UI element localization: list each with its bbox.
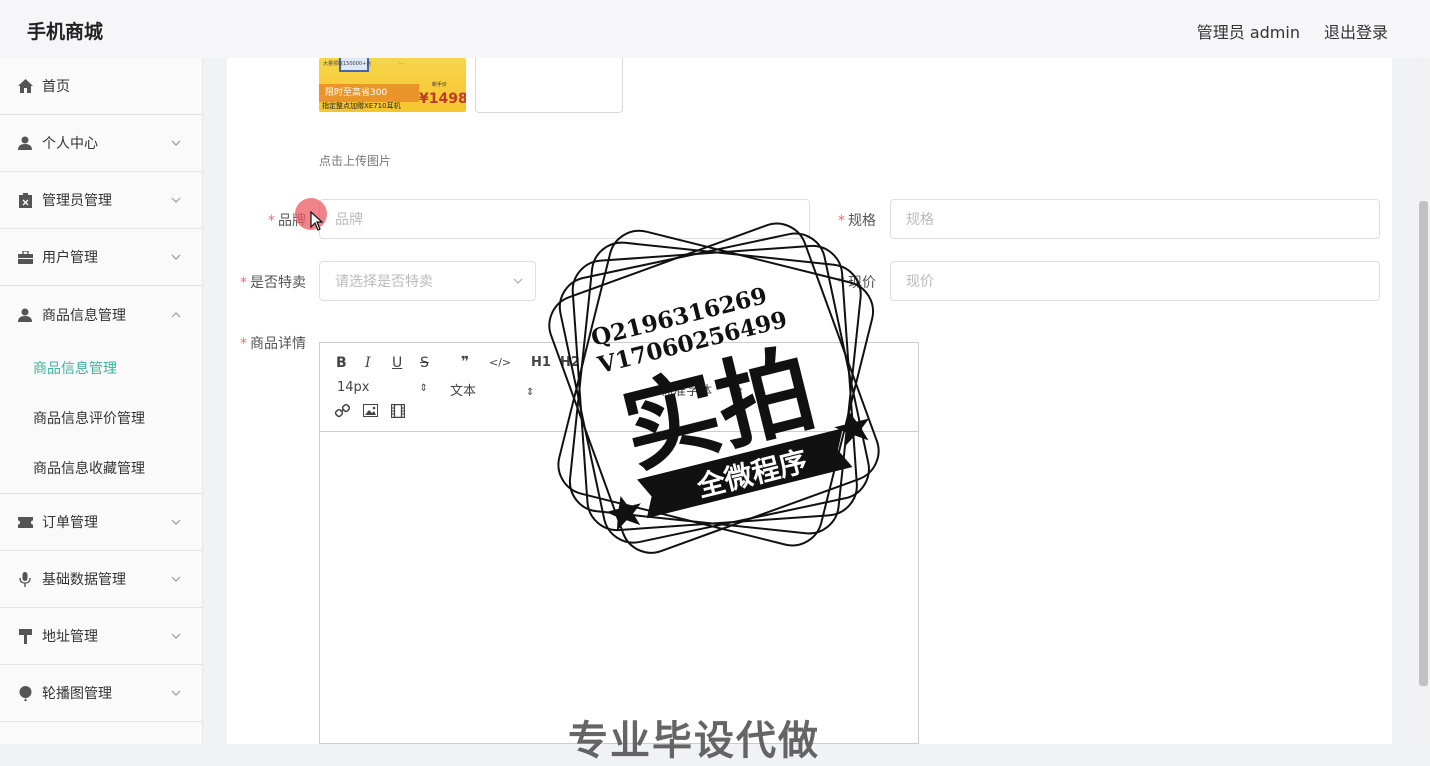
sidebar-item-label: 用户管理 bbox=[42, 250, 98, 266]
spec-label: * 规格 bbox=[838, 213, 876, 229]
editor-toolbar: B I U S ❞ </> H1 H2 14px ⇕ 文本 ⇕ 标准字体 ⇕ bbox=[320, 343, 918, 432]
user-icon bbox=[17, 135, 33, 151]
sidebar-item-orders[interactable]: 订单管理 bbox=[0, 494, 202, 551]
brand-input[interactable]: 品牌 bbox=[319, 199, 810, 239]
thumbnail-bottom-text: 指定整点加赠XE710耳机 bbox=[322, 102, 401, 110]
h2-button[interactable]: H2 bbox=[560, 355, 580, 370]
submenu-products: 商品信息管理 商品信息评价管理 商品信息收藏管理 bbox=[0, 343, 202, 494]
sidebar-item-label: 首页 bbox=[42, 79, 70, 95]
thumbnail-price-label: 新手价 bbox=[432, 82, 448, 88]
paint-roller-icon bbox=[17, 628, 33, 644]
chevron-down-icon bbox=[513, 278, 523, 284]
submenu-item-product-info[interactable]: 商品信息管理 bbox=[0, 343, 202, 393]
briefcase-icon bbox=[17, 249, 33, 265]
sidebar-item-label: 订单管理 bbox=[42, 515, 98, 531]
sidebar-item-label: 基础数据管理 bbox=[42, 572, 126, 588]
font-family-select[interactable]: 标准字体 ⇕ bbox=[660, 380, 744, 399]
ticket-icon bbox=[17, 514, 33, 530]
rich-text-editor: B I U S ❞ </> H1 H2 14px ⇕ 文本 ⇕ 标准字体 ⇕ bbox=[319, 342, 919, 744]
spec-input[interactable]: 规格 bbox=[890, 199, 1380, 239]
sidebar-item-products[interactable]: 商品信息管理 bbox=[0, 286, 202, 343]
chevron-down-icon bbox=[171, 690, 181, 696]
block-type-select[interactable]: 文本 ⇕ bbox=[450, 380, 534, 399]
link-icon[interactable] bbox=[334, 403, 351, 422]
chevron-down-icon bbox=[171, 197, 181, 203]
sidebar-item-users[interactable]: 用户管理 bbox=[0, 229, 202, 286]
thumbnail-top-text: 大量领取150000+台 bbox=[323, 61, 372, 67]
upload-hint[interactable]: 点击上传图片 bbox=[319, 152, 391, 169]
thumbnail-price: ¥1498 bbox=[419, 91, 466, 107]
video-icon[interactable] bbox=[390, 403, 406, 422]
thumbnail-band-text: 限时至高省300 bbox=[325, 88, 388, 98]
top-bar: 手机商城 管理员 admin 退出登录 bbox=[0, 0, 1430, 58]
sidebar-item-home[interactable]: 首页 bbox=[0, 58, 202, 115]
sidebar-item-base-data[interactable]: 基础数据管理 bbox=[0, 551, 202, 608]
bold-button[interactable]: B bbox=[336, 355, 347, 371]
sidebar-item-label: 个人中心 bbox=[42, 136, 98, 152]
quote-button[interactable]: ❞ bbox=[461, 354, 469, 370]
user-icon bbox=[17, 307, 33, 323]
product-thumbnail[interactable]: 大量领取150000+台 ... 限时至高省300 新手价 指定整点加赠XE71… bbox=[319, 58, 466, 112]
admin-label[interactable]: 管理员 admin bbox=[1197, 19, 1300, 43]
sidebar: 首页 个人中心 管理员管理 用户管理 商品信息管理 商品信息管理 商品信息评价管… bbox=[0, 58, 203, 744]
chevron-up-icon bbox=[171, 311, 181, 317]
strike-button[interactable]: S bbox=[420, 355, 429, 371]
italic-button[interactable]: I bbox=[365, 355, 371, 371]
sidebar-item-label: 轮播图管理 bbox=[42, 686, 112, 702]
sidebar-item-label: 管理员管理 bbox=[42, 193, 112, 209]
chevron-down-icon bbox=[171, 519, 181, 525]
chevron-down-icon bbox=[171, 576, 181, 582]
sidebar-item-carousel[interactable]: 轮播图管理 bbox=[0, 665, 202, 722]
price-input[interactable]: 现价 bbox=[890, 261, 1380, 301]
submenu-item-product-reviews[interactable]: 商品信息评价管理 bbox=[0, 393, 202, 443]
watermark-bottom-text: 专业毕设代做 bbox=[568, 718, 820, 764]
user-area: 管理员 admin 退出登录 bbox=[1197, 19, 1388, 43]
font-size-select[interactable]: 14px ⇕ bbox=[337, 380, 428, 395]
logout-button[interactable]: 退出登录 bbox=[1324, 19, 1388, 43]
price-label: * 现价 bbox=[838, 275, 876, 291]
thumbnail-red-text: ... bbox=[399, 60, 404, 66]
special-sale-label: * 是否特卖 bbox=[240, 275, 306, 291]
sidebar-item-admins[interactable]: 管理员管理 bbox=[0, 172, 202, 229]
chevron-down-icon bbox=[171, 140, 181, 146]
app-title: 手机商城 bbox=[27, 21, 104, 43]
code-button[interactable]: </> bbox=[489, 356, 511, 369]
chevron-down-icon bbox=[171, 254, 181, 260]
submenu-item-product-favorites[interactable]: 商品信息收藏管理 bbox=[0, 443, 202, 493]
sidebar-item-label: 地址管理 bbox=[42, 629, 98, 645]
scrollbar-thumb[interactable] bbox=[1419, 201, 1428, 686]
image-icon[interactable] bbox=[363, 404, 378, 421]
microphone-icon bbox=[17, 571, 33, 587]
clipboard-icon bbox=[17, 192, 33, 208]
detail-label: * 商品详情 bbox=[240, 336, 306, 352]
special-sale-select[interactable]: 请选择是否特卖 bbox=[319, 261, 536, 301]
h1-button[interactable]: H1 bbox=[531, 355, 551, 370]
upload-image-box[interactable] bbox=[475, 58, 623, 113]
underline-button[interactable]: U bbox=[392, 355, 402, 371]
sidebar-item-profile[interactable]: 个人中心 bbox=[0, 115, 202, 172]
page-scrollbar[interactable] bbox=[1417, 58, 1430, 744]
mouse-cursor-icon bbox=[310, 211, 324, 231]
chevron-down-icon bbox=[171, 633, 181, 639]
home-icon bbox=[17, 78, 33, 94]
sidebar-item-label: 商品信息管理 bbox=[42, 307, 126, 324]
sidebar-item-address[interactable]: 地址管理 bbox=[0, 608, 202, 665]
balloon-icon bbox=[17, 685, 33, 701]
editor-body[interactable] bbox=[320, 432, 918, 743]
